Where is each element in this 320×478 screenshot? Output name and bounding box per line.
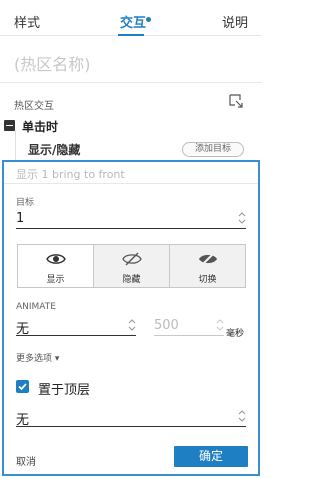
target-value: 1 [16,211,25,226]
event-label: 单击时 [22,120,59,134]
widget-name-field[interactable]: (热区名称) [0,37,262,83]
expand-corner-icon[interactable] [228,93,244,109]
bring-front-value: 无 [16,413,30,428]
widget-name-placeholder: (热区名称) [14,55,91,74]
animate-select[interactable]: 无 [16,316,136,337]
panel-header: 显示 1 bring to front [4,162,258,184]
active-tab-underline [118,34,144,36]
more-options-toggle[interactable]: 更多选项 ▾ [16,351,59,364]
panel-header-text: 显示 1 bring to front [16,168,125,181]
bring-to-front-checkbox[interactable] [16,380,29,393]
ok-button[interactable]: 确定 [174,446,248,467]
target-select[interactable]: 1 [16,209,246,229]
tab-style[interactable]: 样式 [14,12,40,31]
action-editor-panel: 显示 1 bring to front 目标 1 显示 隐藏 切换 ANIMAT… [2,160,260,476]
bring-front-select[interactable]: 无 [16,407,246,428]
show-option[interactable]: 显示 [18,245,94,287]
show-option-label: 显示 [46,275,65,285]
select-arrows-icon [238,211,246,225]
stepper-arrows-icon [216,318,224,332]
cancel-button[interactable]: 取消 [16,453,36,468]
bring-to-front-label: 置于顶层 [38,383,91,398]
active-tab-dot [146,17,151,22]
select-arrows-icon [128,318,136,332]
animate-value: 无 [16,322,30,337]
action-label: 显示/隐藏 [28,143,81,157]
eye-slash-icon [121,252,142,266]
toggle-option[interactable]: 切换 [170,245,245,287]
visibility-segmented-control: 显示 隐藏 切换 [17,244,246,288]
eye-icon [45,252,66,266]
duration-input[interactable]: 500 [154,316,224,336]
duration-unit: 毫秒 [226,329,245,339]
section-title: 热区交互 [14,101,54,112]
animate-label: ANIMATE [16,302,56,312]
target-label: 目标 [16,198,35,208]
action-row[interactable]: 显示/隐藏 添加目标 [0,139,262,159]
tab-notes[interactable]: 说明 [222,12,248,31]
eye-toggle-icon [198,252,218,266]
toggle-option-label: 切换 [198,275,217,285]
tab-interaction[interactable]: 交互 [120,12,146,31]
hide-option-label: 隐藏 [122,275,141,285]
add-target-button[interactable]: 添加目标 [182,142,244,157]
tab-bar: 样式 交互 说明 [0,0,262,36]
select-arrows-icon [238,409,246,423]
hide-option[interactable]: 隐藏 [94,245,170,287]
duration-value: 500 [154,318,179,333]
collapse-icon[interactable] [4,120,15,131]
